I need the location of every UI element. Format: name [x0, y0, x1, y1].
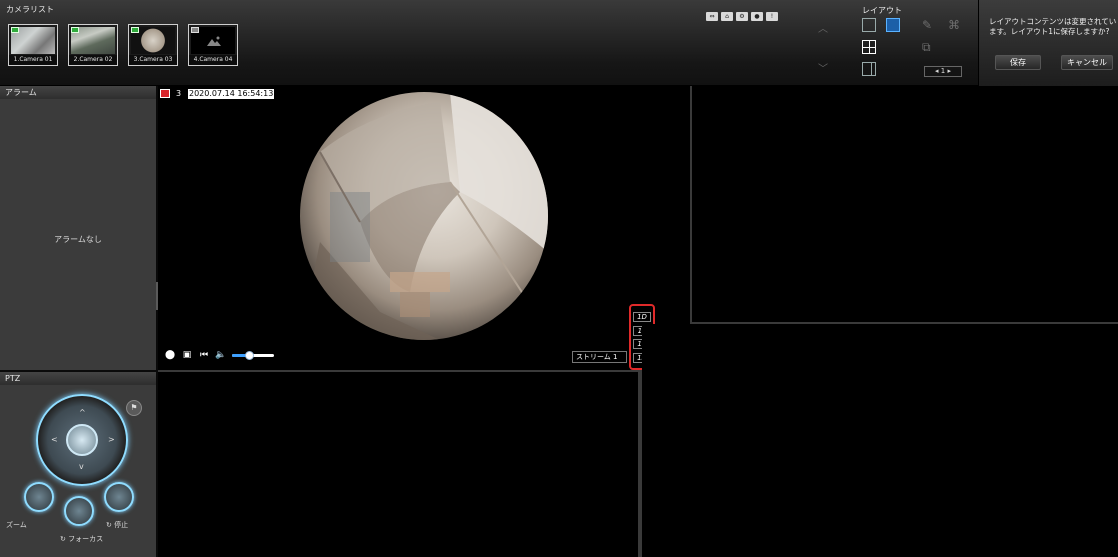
camera-thumbnail-1[interactable]: 1.Camera 01: [8, 24, 58, 66]
scroll-up-icon[interactable]: ︿: [818, 20, 828, 35]
settings-icon[interactable]: ⚙: [736, 12, 748, 21]
volume-slider[interactable]: [232, 351, 274, 360]
volume-knob[interactable]: [244, 351, 254, 360]
recording-icon: [160, 89, 170, 98]
preset-flag-icon[interactable]: ⚑: [126, 400, 142, 416]
camera-caption: 3.Camera 03: [129, 55, 177, 65]
video-tile-2[interactable]: [692, 86, 1118, 322]
online-indicator-icon: [131, 27, 139, 33]
camera-caption: 4.Camera 04: [189, 55, 237, 65]
view-tool-icons: ⇔ ⌂ ⚙ ● !: [706, 12, 778, 21]
save-prompt-panel: レイアウトコンテンツは変更されています。レイアウト1に保存しますか? 保存 キャ…: [978, 0, 1118, 86]
camera-thumbnail-3[interactable]: 3.Camera 03: [128, 24, 178, 66]
video-tile-main[interactable]: 3 2020.07.14 16:54:13 ⬤ ▣ ⏮ 🔈 ストリーム 1 1D: [158, 86, 690, 370]
sequence-icon[interactable]: ⇔: [706, 12, 718, 21]
zoom-control[interactable]: [24, 482, 54, 512]
save-button[interactable]: 保存: [995, 55, 1041, 70]
tile-divider: [690, 86, 692, 324]
playback-icon[interactable]: ⏮: [198, 350, 210, 361]
layout-split-icon[interactable]: [862, 62, 876, 76]
layout-page-selector[interactable]: ◂ 1 ▸: [924, 66, 962, 77]
record-icon[interactable]: ●: [751, 12, 763, 21]
ptz-panel: PTZ ^ v < > ⚑ ズーム ↻ フォーカス ↻ 停止: [0, 372, 156, 557]
pan-left-icon[interactable]: <: [51, 435, 58, 444]
online-indicator-icon: [71, 27, 79, 33]
scroll-down-icon[interactable]: ﹀: [818, 60, 828, 75]
ptz-panel-title: PTZ: [0, 372, 156, 385]
expand-layout-icon[interactable]: ⌘: [948, 18, 960, 32]
fisheye-video-image: [300, 92, 548, 340]
tilt-down-icon[interactable]: v: [79, 462, 84, 471]
offline-indicator-icon: [191, 27, 199, 33]
location-pin-icon[interactable]: ⬤: [164, 350, 176, 361]
save-prompt-text: レイアウトコンテンツは変更されています。レイアウト1に保存しますか?: [989, 17, 1117, 36]
stop-icon: ↻: [106, 521, 115, 529]
focus-label: フォーカス: [68, 535, 104, 543]
volume-icon[interactable]: 🔈: [215, 350, 227, 361]
video-control-bar: ⬤ ▣ ⏮ 🔈: [164, 350, 274, 361]
tile-divider: [638, 370, 642, 557]
focus-control[interactable]: [64, 496, 94, 526]
video-tile-4[interactable]: [642, 324, 1118, 557]
snapshot-icon[interactable]: ▣: [181, 350, 193, 361]
layout-1x1-icon[interactable]: [862, 18, 876, 32]
camera-number: 3: [176, 89, 182, 98]
layout-2x2-icon[interactable]: [862, 40, 876, 54]
tilt-up-icon[interactable]: ^: [79, 408, 86, 417]
camera-thumbnail-4[interactable]: 4.Camera 04: [188, 24, 238, 66]
stream-selector[interactable]: ストリーム 1: [572, 351, 627, 363]
copy-layout-icon[interactable]: ⧉: [922, 40, 931, 55]
home-icon[interactable]: ⌂: [721, 12, 733, 21]
rate-option-1d[interactable]: 1D: [633, 312, 651, 322]
camera-list-title: カメラリスト: [6, 5, 54, 14]
top-toolbar: カメラリスト 1.Camera 01 2.Camera 02 3.Camera …: [0, 0, 1118, 86]
alarm-empty-text: アラームなし: [54, 235, 102, 244]
stop-label-wrap: ↻ 停止: [106, 520, 128, 530]
camera-caption: 2.Camera 02: [69, 55, 117, 65]
zoom-label: ズーム: [6, 521, 27, 529]
focus-icon: ↻: [60, 535, 69, 543]
layout-page-number: 1: [940, 67, 946, 75]
video-tile-3[interactable]: [158, 372, 638, 557]
iris-control[interactable]: [104, 482, 134, 512]
ptz-center-button[interactable]: [66, 424, 98, 456]
layout-custom-icon[interactable]: [886, 18, 900, 32]
camera-thumbnail-2[interactable]: 2.Camera 02: [68, 24, 118, 66]
edit-layout-icon[interactable]: ✎: [922, 18, 932, 32]
video-timestamp: 2020.07.14 16:54:13: [188, 89, 275, 99]
info-icon[interactable]: !: [766, 12, 778, 21]
alarm-panel-title: アラーム: [0, 86, 156, 99]
focus-label-wrap: ↻ フォーカス: [60, 534, 103, 544]
image-placeholder-icon: [207, 36, 221, 46]
pan-right-icon[interactable]: >: [108, 435, 115, 444]
camera-caption: 1.Camera 01: [9, 55, 57, 65]
tile-divider: [158, 370, 642, 372]
stop-label: 停止: [114, 521, 129, 529]
cancel-button[interactable]: キャンセル: [1061, 55, 1113, 70]
tile-divider: [692, 322, 1118, 324]
online-indicator-icon: [11, 27, 19, 33]
layout-title: レイアウト: [862, 6, 902, 15]
alarm-panel: アラーム アラームなし: [0, 86, 156, 370]
